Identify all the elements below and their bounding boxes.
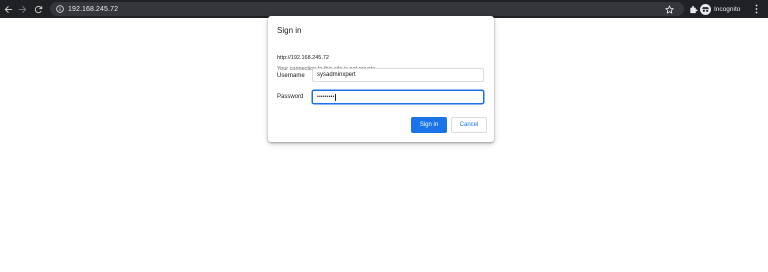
sign-in-button[interactable]: Sign in	[411, 117, 447, 133]
username-value: sysadminxpert	[317, 72, 356, 78]
sign-in-dialog: Sign in http://192.168.245.72 Your conne…	[268, 16, 494, 142]
dialog-origin: http://192.168.245.72	[277, 55, 329, 61]
incognito-icon	[700, 3, 711, 15]
extensions-button[interactable]	[688, 4, 698, 14]
reload-button[interactable]	[30, 0, 46, 18]
reload-icon	[34, 5, 42, 13]
bookmark-button[interactable]	[664, 4, 674, 14]
puzzle-icon	[689, 5, 698, 13]
address-bar[interactable]: 192.168.245.72	[50, 2, 684, 16]
password-field[interactable]: •••••••••	[312, 90, 484, 104]
incognito-label: Incognito	[714, 5, 741, 13]
password-label: Password	[277, 94, 304, 100]
kebab-menu-icon	[755, 4, 757, 14]
url-text: 192.168.245.72	[68, 5, 119, 13]
password-value: •••••••••	[317, 94, 335, 100]
arrow-right-icon	[18, 5, 26, 13]
dialog-title: Sign in	[277, 26, 302, 35]
browser-menu-button[interactable]	[750, 2, 762, 16]
star-icon	[664, 4, 674, 14]
forward-button[interactable]	[14, 0, 30, 18]
username-label: Username	[277, 73, 305, 79]
text-caret	[335, 93, 336, 101]
arrow-left-icon	[4, 5, 12, 13]
username-field[interactable]: sysadminxpert	[312, 68, 484, 82]
cancel-button[interactable]: Cancel	[451, 117, 487, 133]
incognito-profile-button[interactable]: Incognito	[700, 2, 740, 16]
info-icon[interactable]	[55, 5, 64, 14]
